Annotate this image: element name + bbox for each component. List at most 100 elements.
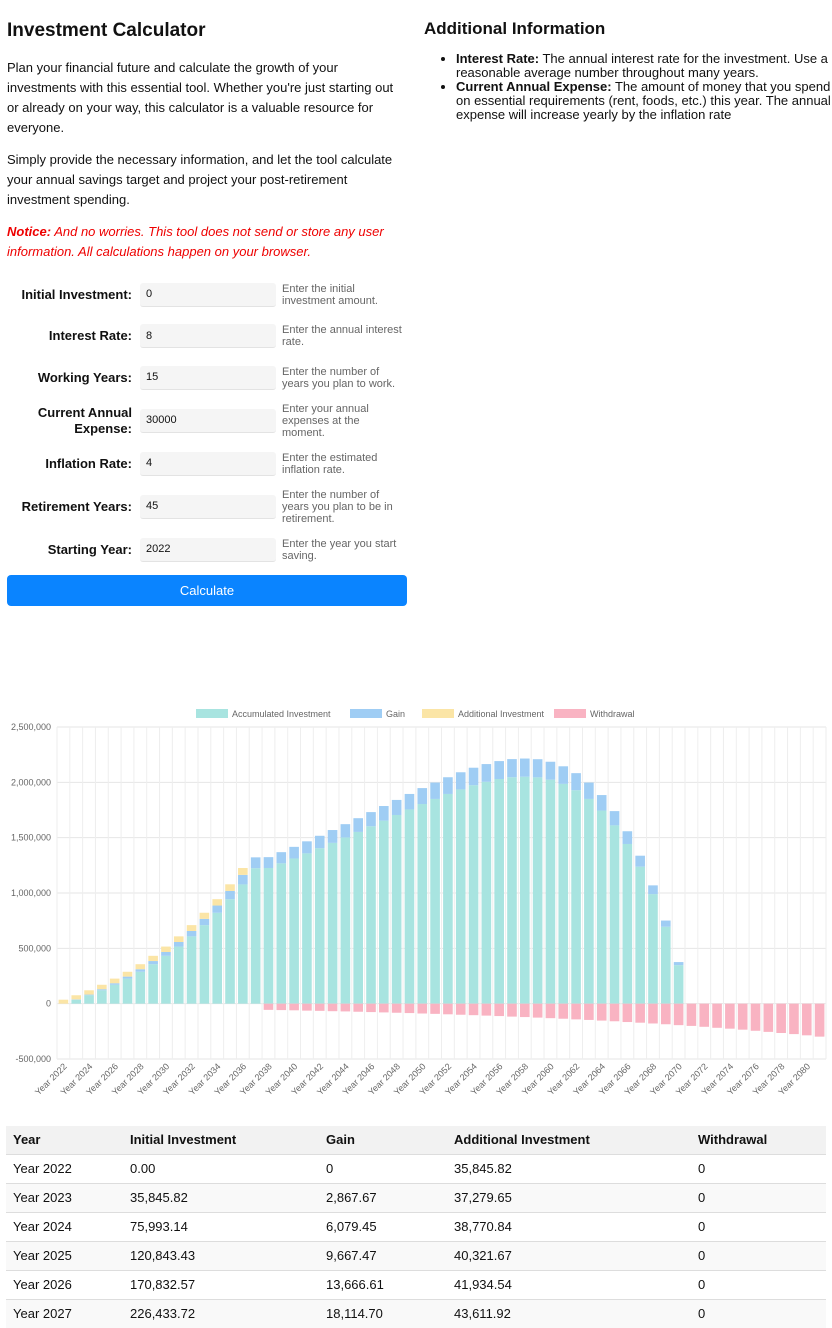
gain-bar — [661, 921, 671, 927]
table-header-row: Year Initial Investment Gain Additional … — [6, 1126, 826, 1154]
table-row: Year 2025120,843.439,667.4740,321.670 — [6, 1241, 826, 1270]
gain-bar — [430, 783, 440, 799]
legend-swatch — [350, 709, 382, 718]
annual-expense-label: Current Annual Expense: — [7, 405, 132, 437]
working-years-label: Working Years: — [7, 370, 132, 386]
withdrawal-bar — [430, 1004, 440, 1014]
header-withdrawal: Withdrawal — [691, 1126, 826, 1154]
accumulated-bar — [610, 825, 620, 1003]
accumulated-bar — [558, 784, 568, 1004]
additional-bar — [123, 972, 133, 977]
table-cell: 18,114.70 — [319, 1299, 447, 1328]
table-cell: 0 — [691, 1299, 826, 1328]
calculator-form: Initial Investment: Enter the initial in… — [7, 274, 407, 606]
gain-bar — [417, 788, 427, 804]
accumulated-bar — [520, 777, 530, 1004]
withdrawal-bar — [520, 1004, 530, 1017]
withdrawal-bar — [789, 1004, 799, 1034]
gain-bar — [110, 983, 120, 985]
gain-bar — [482, 764, 492, 782]
inflation-rate-row: Inflation Rate: Enter the estimated infl… — [7, 443, 407, 485]
table-cell: 38,770.84 — [447, 1212, 691, 1241]
gain-bar — [610, 811, 620, 825]
legend-swatch — [554, 709, 586, 718]
withdrawal-bar — [738, 1004, 748, 1030]
withdrawal-bar — [353, 1004, 363, 1012]
withdrawal-bar — [635, 1004, 645, 1023]
y-tick-label: 2,000,000 — [11, 777, 51, 787]
accumulated-bar — [584, 799, 594, 1004]
accumulated-bar — [443, 794, 453, 1004]
table-row: Year 202335,845.822,867.6737,279.650 — [6, 1183, 826, 1212]
table-row: Year 202475,993.146,079.4538,770.840 — [6, 1212, 826, 1241]
legend-swatch — [196, 709, 228, 718]
gain-bar — [123, 977, 133, 979]
gain-bar — [571, 773, 581, 790]
accumulated-bar — [174, 947, 184, 1004]
accumulated-bar — [97, 990, 107, 1003]
accumulated-bar — [341, 837, 351, 1003]
y-tick-label: 1,000,000 — [11, 888, 51, 898]
gain-bar — [546, 762, 556, 780]
accumulated-bar — [597, 811, 607, 1004]
gain-bar — [520, 759, 530, 777]
table-cell: Year 2023 — [6, 1183, 123, 1212]
withdrawal-bar — [751, 1004, 761, 1031]
additional-bar — [110, 979, 120, 984]
withdrawal-bar — [494, 1004, 504, 1016]
table-cell: 0 — [691, 1154, 826, 1183]
table-cell: 0.00 — [123, 1154, 319, 1183]
table-cell: 37,279.65 — [447, 1183, 691, 1212]
gain-bar — [469, 768, 479, 785]
intro-text-2: Simply provide the necessary information… — [7, 150, 407, 210]
table-cell: 43,611.92 — [447, 1299, 691, 1328]
annual-expense-input[interactable] — [140, 409, 276, 433]
info-item-annual-expense: Current Annual Expense: The amount of mo… — [456, 80, 832, 122]
working-years-input[interactable] — [140, 366, 276, 390]
table-cell: 35,845.82 — [123, 1183, 319, 1212]
gain-bar — [289, 847, 299, 859]
y-tick-label: 1,500,000 — [11, 833, 51, 843]
gain-bar — [533, 759, 543, 777]
accumulated-bar — [482, 782, 492, 1004]
accumulated-bar — [648, 894, 658, 1004]
additional-bar — [161, 947, 171, 952]
interest-rate-row: Interest Rate: Enter the annual interest… — [7, 316, 407, 358]
accumulated-bar — [225, 899, 235, 1003]
additional-info-panel: Additional Information Interest Rate: Th… — [424, 0, 832, 122]
legend-swatch — [422, 709, 454, 718]
gain-bar — [148, 961, 158, 964]
gain-bar — [507, 759, 517, 777]
starting-year-input[interactable] — [140, 538, 276, 562]
gain-bar — [392, 800, 402, 815]
inflation-rate-input[interactable] — [140, 452, 276, 476]
initial-investment-input[interactable] — [140, 283, 276, 307]
withdrawal-bar — [482, 1004, 492, 1016]
table-cell: 170,832.57 — [123, 1270, 319, 1299]
withdrawal-bar — [584, 1004, 594, 1020]
accumulated-bar — [674, 965, 684, 1004]
header-gain: Gain — [319, 1126, 447, 1154]
accumulated-bar — [456, 789, 466, 1003]
retirement-years-row: Retirement Years: Enter the number of ye… — [7, 485, 407, 530]
accumulated-bar — [136, 972, 146, 1004]
accumulated-bar — [405, 809, 415, 1003]
accumulated-bar — [251, 868, 261, 1003]
additional-bar — [97, 985, 107, 989]
accumulated-bar — [161, 956, 171, 1004]
accumulated-bar — [635, 867, 645, 1004]
gain-bar — [584, 783, 594, 799]
table-row: Year 2027226,433.7218,114.7043,611.920 — [6, 1299, 826, 1328]
calculate-button[interactable]: Calculate — [7, 575, 407, 606]
table-cell: 2,867.67 — [319, 1183, 447, 1212]
retirement-years-input[interactable] — [140, 495, 276, 519]
withdrawal-bar — [558, 1004, 568, 1019]
accumulated-bar — [546, 780, 556, 1004]
withdrawal-bar — [366, 1004, 376, 1012]
working-years-hint: Enter the number of years you plan to wo… — [282, 366, 402, 390]
accumulated-bar — [289, 858, 299, 1003]
interest-rate-label: Interest Rate: — [7, 328, 132, 344]
gain-bar — [443, 777, 453, 794]
info-term: Current Annual Expense: — [456, 79, 612, 94]
interest-rate-input[interactable] — [140, 324, 276, 348]
